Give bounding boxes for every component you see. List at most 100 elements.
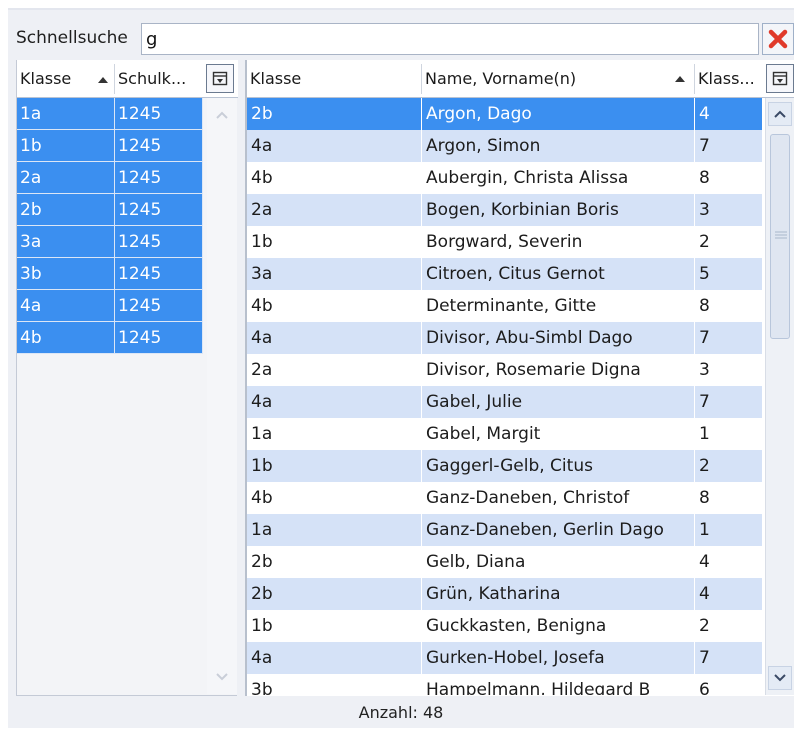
column-header-klasse[interactable]: Klasse [17, 60, 115, 98]
top-border [8, 0, 794, 10]
student-row[interactable]: 3b Hampelmann, Hildegard B6 [247, 674, 763, 695]
scroll-down-icon[interactable] [215, 672, 229, 682]
grade-level-cell: 4 [695, 546, 763, 578]
student-row[interactable]: 4b Ganz-Daneben, Christof 8 [247, 482, 763, 514]
column-chooser-button[interactable] [766, 64, 794, 93]
student-name-cell: Citroen, Citus Gernot [422, 258, 695, 290]
column-header-label: Klasse [20, 69, 72, 88]
class-cell: 4a [247, 130, 422, 162]
class-cell: 1b [247, 610, 422, 642]
student-list-scrollbar[interactable] [765, 98, 794, 695]
class-cell: 4a [247, 642, 422, 674]
close-icon [768, 29, 788, 49]
grip-icon [775, 231, 787, 239]
student-row[interactable]: 1a Ganz-Daneben, Gerlin Dago 1 [247, 514, 763, 546]
class-cell: 4b [247, 290, 422, 322]
student-row[interactable]: 4a Gabel, Julie 7 [247, 386, 763, 418]
student-row[interactable]: 1b Borgward, Severin 2 [247, 226, 763, 258]
student-name-cell: Ganz-Daneben, Christof [422, 482, 695, 514]
student-row[interactable]: 4b Determinante, Gitte 8 [247, 290, 763, 322]
student-row[interactable]: 2b Grün, Katharina 4 [247, 578, 763, 610]
class-row[interactable]: 2a 1245 [17, 162, 203, 194]
class-row[interactable]: 1b 1245 [17, 130, 203, 162]
column-header-name[interactable]: Name, Vorname(n) [422, 60, 694, 98]
grade-level-cell: 4 [695, 578, 763, 610]
student-row[interactable]: 1b Guckkasten, Benigna 2 [247, 610, 763, 642]
chevron-down-icon [774, 674, 786, 682]
class-row[interactable]: 4b 1245 [17, 322, 203, 354]
class-row[interactable]: 2b 1245 [17, 194, 203, 226]
student-name-cell: Gabel, Julie [422, 386, 695, 418]
column-header-klasse[interactable]: Klasse [247, 60, 421, 98]
student-list-pane: Klasse Name, Vorname(n) Klass... 2b Argon… [245, 60, 794, 696]
class-cell: 1b [17, 130, 115, 162]
grade-level-cell: 8 [695, 290, 763, 322]
scroll-down-button[interactable] [768, 666, 792, 690]
school-number-cell: 1245 [115, 194, 203, 226]
class-cell: 2a [17, 162, 115, 194]
grade-level-cell: 7 [695, 386, 763, 418]
class-cell: 4b [17, 322, 115, 354]
column-header-label: Schulk... [118, 69, 187, 88]
class-row[interactable]: 3a 1245 [17, 226, 203, 258]
student-name-cell: Aubergin, Christa Alissa [422, 162, 695, 194]
scroll-thumb[interactable] [770, 134, 790, 339]
student-row[interactable]: 4a Gurken-Hobel, Josefa 7 [247, 642, 763, 674]
class-cell: 1a [17, 98, 115, 130]
column-header-klassenstufe[interactable]: Klass... [695, 60, 763, 98]
student-row[interactable]: 2a Bogen, Korbinian Boris 3 [247, 194, 763, 226]
student-name-cell: Borgward, Severin [422, 226, 695, 258]
class-row[interactable]: 4a 1245 [17, 290, 203, 322]
column-chooser-icon [212, 71, 228, 85]
student-name-cell: Gabel, Margit [422, 418, 695, 450]
class-list-scrollbar[interactable] [207, 98, 237, 694]
student-row[interactable]: 1a Gabel, Margit 1 [247, 418, 763, 450]
student-row[interactable]: 2b Gelb, Diana 4 [247, 546, 763, 578]
class-list-pane: Klasse Schulk... 1a 1245 1b 1245 2a 1245 2b 124… [16, 60, 238, 696]
scroll-up-icon[interactable] [215, 110, 229, 120]
student-row[interactable]: 2a Divisor, Rosemarie Digna 3 [247, 354, 763, 386]
scroll-up-button[interactable] [768, 102, 792, 126]
student-row[interactable]: 4b Aubergin, Christa Alissa 8 [247, 162, 763, 194]
student-list-body: 2b Argon, Dago 4 4a Argon, Simon 7 4b Aubergin,… [247, 98, 763, 695]
sort-ascending-icon [98, 76, 109, 83]
column-header-schulkennzahl[interactable]: Schulk... [115, 60, 203, 98]
grade-level-cell: 5 [695, 258, 763, 290]
school-number-cell: 1245 [115, 98, 203, 130]
student-name-cell: Gurken-Hobel, Josefa [422, 642, 695, 674]
student-row[interactable]: 4a Divisor, Abu-Simbl Dago 7 [247, 322, 763, 354]
class-row[interactable]: 1a 1245 [17, 98, 203, 130]
column-chooser-button[interactable] [206, 64, 234, 93]
student-row[interactable]: 3a Citroen, Citus Gernot 5 [247, 258, 763, 290]
grade-level-cell: 7 [695, 130, 763, 162]
class-cell: 3b [17, 258, 115, 290]
class-cell: 3a [17, 226, 115, 258]
clear-search-button[interactable] [762, 23, 794, 55]
class-row[interactable]: 3b 1245 [17, 258, 203, 290]
student-row[interactable]: 2b Argon, Dago 4 [247, 98, 763, 130]
class-cell: 2a [247, 194, 422, 226]
student-row[interactable]: 1b Gaggerl-Gelb, Citus 2 [247, 450, 763, 482]
class-cell: 2b [247, 546, 422, 578]
grade-level-cell: 8 [695, 162, 763, 194]
column-header-label: Name, Vorname(n) [425, 69, 577, 88]
grade-level-cell: 6 [695, 674, 763, 695]
student-name-cell: Divisor, Abu-Simbl Dago [422, 322, 695, 354]
student-row[interactable]: 4a Argon, Simon 7 [247, 130, 763, 162]
student-name-cell: Determinante, Gitte [422, 290, 695, 322]
class-cell: 4a [247, 386, 422, 418]
sort-ascending-icon [675, 76, 685, 82]
column-header-label: Klass... [698, 69, 755, 88]
student-name-cell: Guckkasten, Benigna [422, 610, 695, 642]
class-cell: 1a [247, 514, 422, 546]
student-name-cell: Argon, Simon [422, 130, 695, 162]
school-number-cell: 1245 [115, 322, 203, 354]
student-list-header: Klasse Name, Vorname(n) Klass... [247, 60, 794, 98]
grade-level-cell: 2 [695, 610, 763, 642]
class-cell: 4b [247, 482, 422, 514]
grade-level-cell: 1 [695, 418, 763, 450]
grade-level-cell: 7 [695, 642, 763, 674]
class-cell: 3a [247, 258, 422, 290]
student-name-cell: Bogen, Korbinian Boris [422, 194, 695, 226]
quick-search-input[interactable] [141, 23, 759, 55]
